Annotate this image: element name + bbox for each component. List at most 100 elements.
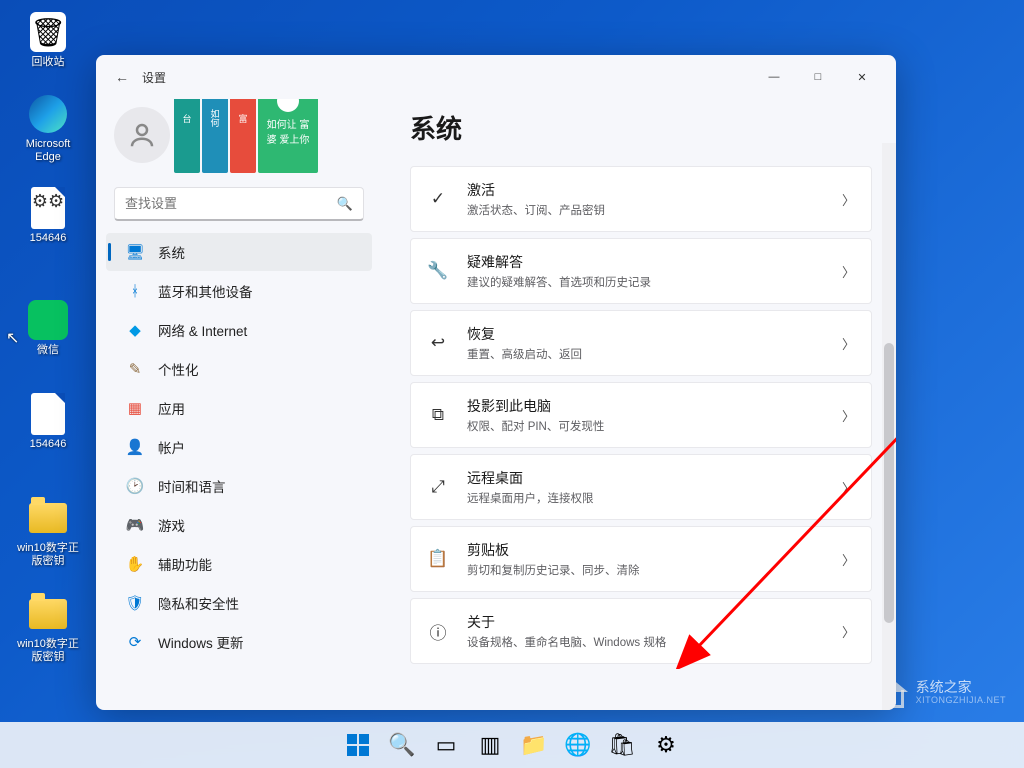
close-button[interactable]: ✕ bbox=[840, 61, 884, 93]
folder-icon bbox=[28, 594, 68, 634]
file-icon: ⚙⚙ bbox=[28, 188, 68, 228]
card-title: 远程桌面 bbox=[467, 468, 842, 488]
sidebar-item-windows-update[interactable]: ⟳Windows 更新 bbox=[106, 623, 372, 661]
desktop-icon-wechat[interactable]: 微信 bbox=[13, 300, 83, 357]
card-subtitle: 激活状态、订阅、产品密钥 bbox=[467, 202, 842, 218]
avatar-icon bbox=[114, 107, 170, 163]
taskbar-store[interactable]: 🛍 bbox=[603, 726, 641, 764]
search-box[interactable]: 🔍 bbox=[114, 187, 364, 221]
card-subtitle: 剪切和复制历史记录、同步、清除 bbox=[467, 562, 842, 578]
titlebar: ← 设置 — □ ✕ bbox=[96, 55, 896, 99]
settings-icon: ⚙ bbox=[656, 732, 676, 758]
sidebar-item-gaming[interactable]: 🎮游戏 bbox=[106, 506, 372, 544]
desktop-icon-folder-key1[interactable]: win10数字正版密钥 bbox=[13, 498, 83, 568]
settings-card-clipboard[interactable]: 📋剪贴板剪切和复制历史记录、同步、清除〉 bbox=[410, 526, 872, 592]
book-spine: 台 bbox=[174, 99, 200, 173]
taskbar-edge[interactable]: 🌐 bbox=[559, 726, 597, 764]
settings-card-activation[interactable]: ✓ 激活激活状态、订阅、产品密钥〉 bbox=[410, 166, 872, 232]
taskbar-settings[interactable]: ⚙ bbox=[647, 726, 685, 764]
accessibility-icon: ✋ bbox=[126, 555, 144, 573]
sidebar-item-label: 网络 & Internet bbox=[158, 320, 247, 340]
book-cover: 如何让 富婆 爱上你 bbox=[258, 99, 318, 173]
card-subtitle: 设备规格、重命名电脑、Windows 规格 bbox=[467, 634, 842, 650]
taskbar: 🔍 ▭ ▥ 📁 🌐 🛍 ⚙ bbox=[0, 722, 1024, 768]
sidebar-item-label: 游戏 bbox=[158, 515, 185, 535]
search-icon: 🔍 bbox=[337, 196, 353, 212]
taskbar-widgets[interactable]: ▥ bbox=[471, 726, 509, 764]
minimize-button[interactable]: — bbox=[752, 61, 796, 93]
sidebar-item-network[interactable]: ◆网络 & Internet bbox=[106, 311, 372, 349]
edge-icon bbox=[28, 94, 68, 134]
main-content: 系统 ✓激活激活状态、订阅、产品密钥〉🔧疑难解答建议的疑难解答、首选项和历史记录… bbox=[386, 99, 896, 710]
search-input[interactable] bbox=[125, 196, 337, 211]
card-title: 恢复 bbox=[467, 324, 842, 344]
sidebar: 台 如何 富 如何让 富婆 爱上你 🔍 🖥系统 ᚼ 蓝牙和其他设备 ◆网络 & Int… bbox=[96, 99, 386, 710]
widgets-icon: ▥ bbox=[480, 732, 501, 758]
sidebar-item-time-language[interactable]: 🕑时间和语言 bbox=[106, 467, 372, 505]
desktop-icon-file-154646b[interactable]: 154646 bbox=[13, 394, 83, 451]
sidebar-item-personalization[interactable]: ✎个性化 bbox=[106, 350, 372, 388]
sidebar-item-system[interactable]: 🖥系统 bbox=[106, 233, 372, 271]
watermark-title: 系统之家 bbox=[916, 680, 1006, 695]
desktop-icon-file-154646a[interactable]: ⚙⚙ 154646 bbox=[13, 188, 83, 245]
settings-card-troubleshoot[interactable]: 🔧疑难解答建议的疑难解答、首选项和历史记录〉 bbox=[410, 238, 872, 304]
sidebar-nav: 🖥系统 ᚼ 蓝牙和其他设备 ◆网络 & Internet✎个性化▦应用 👤 帐户 🕑时间和语… bbox=[96, 233, 382, 661]
sidebar-item-label: 蓝牙和其他设备 bbox=[158, 281, 253, 301]
desktop-icon-edge[interactable]: Microsoft Edge bbox=[13, 94, 83, 164]
settings-card-project[interactable]: ⧉投影到此电脑权限、配对 PIN、可发现性〉 bbox=[410, 382, 872, 448]
maximize-button[interactable]: □ bbox=[796, 61, 840, 93]
apps-icon: ▦ bbox=[126, 399, 144, 417]
settings-window: ← 设置 — □ ✕ 台 如何 富 如何让 富婆 爱上你 � bbox=[96, 55, 896, 710]
windows-update-icon: ⟳ bbox=[126, 633, 144, 651]
sidebar-item-label: 帐户 bbox=[158, 437, 185, 457]
chevron-right-icon: 〉 bbox=[842, 622, 855, 641]
sidebar-item-accessibility[interactable]: ✋辅助功能 bbox=[106, 545, 372, 583]
desktop-icon-recycle-bin[interactable]: 🗑 回收站 bbox=[13, 12, 83, 69]
card-title: 激活 bbox=[467, 180, 842, 200]
folder-icon bbox=[28, 498, 68, 538]
sidebar-item-accounts[interactable]: 👤 帐户 bbox=[106, 428, 372, 466]
settings-card-about[interactable]: ⓘ 关于设备规格、重命名电脑、Windows 规格〉 bbox=[410, 598, 872, 664]
settings-card-remote-desktop[interactable]: ⤢远程桌面远程桌面用户，连接权限〉 bbox=[410, 454, 872, 520]
taskbar-explorer[interactable]: 📁 bbox=[515, 726, 553, 764]
desktop-icon-label: Microsoft Edge bbox=[13, 138, 83, 164]
taskbar-start[interactable] bbox=[339, 726, 377, 764]
project-icon: ⧉ bbox=[427, 404, 449, 426]
card-title: 投影到此电脑 bbox=[467, 396, 842, 416]
book-cover-text: 如何让 富婆 爱上你 bbox=[264, 116, 312, 146]
scrollbar-track[interactable] bbox=[882, 143, 896, 710]
profile-area[interactable]: 台 如何 富 如何让 富婆 爱上你 bbox=[96, 99, 382, 187]
taskbar-taskview[interactable]: ▭ bbox=[427, 726, 465, 764]
file-icon bbox=[28, 394, 68, 434]
about-icon: ⓘ bbox=[427, 620, 449, 642]
sidebar-item-apps[interactable]: ▦应用 bbox=[106, 389, 372, 427]
book-spine: 富 bbox=[230, 99, 256, 173]
chevron-right-icon: 〉 bbox=[842, 406, 855, 425]
activation-icon: ✓ bbox=[427, 188, 449, 210]
chevron-right-icon: 〉 bbox=[842, 190, 855, 209]
scrollbar-thumb[interactable] bbox=[884, 343, 894, 623]
sidebar-item-privacy[interactable]: 🛡隐私和安全性 bbox=[106, 584, 372, 622]
card-subtitle: 远程桌面用户，连接权限 bbox=[467, 490, 842, 506]
taskbar-search[interactable]: 🔍 bbox=[383, 726, 421, 764]
explorer-icon: 📁 bbox=[520, 732, 547, 758]
back-button[interactable]: ← bbox=[108, 63, 136, 91]
desktop-icon-label: win10数字正版密钥 bbox=[13, 542, 83, 568]
store-icon: 🛍 bbox=[608, 732, 636, 758]
edge-icon: 🌐 bbox=[564, 732, 591, 758]
system-icon: 🖥 bbox=[126, 243, 144, 261]
bluetooth-icon: ᚼ bbox=[126, 282, 144, 300]
wechat-icon bbox=[28, 300, 68, 340]
troubleshoot-icon: 🔧 bbox=[427, 260, 449, 282]
card-title: 关于 bbox=[467, 612, 842, 632]
sidebar-item-bluetooth[interactable]: ᚼ 蓝牙和其他设备 bbox=[106, 272, 372, 310]
time-language-icon: 🕑 bbox=[126, 477, 144, 495]
settings-card-recovery[interactable]: ↩恢复重置、高级启动、返回〉 bbox=[410, 310, 872, 376]
desktop-icon-label: 154646 bbox=[30, 438, 67, 451]
remote-desktop-icon: ⤢ bbox=[427, 476, 449, 498]
desktop-icon-folder-key2[interactable]: win10数字正版密钥 bbox=[13, 594, 83, 664]
taskview-icon: ▭ bbox=[436, 732, 457, 758]
card-subtitle: 重置、高级启动、返回 bbox=[467, 346, 842, 362]
book-spine: 如何 bbox=[202, 99, 228, 173]
accounts-icon: 👤 bbox=[126, 438, 144, 456]
